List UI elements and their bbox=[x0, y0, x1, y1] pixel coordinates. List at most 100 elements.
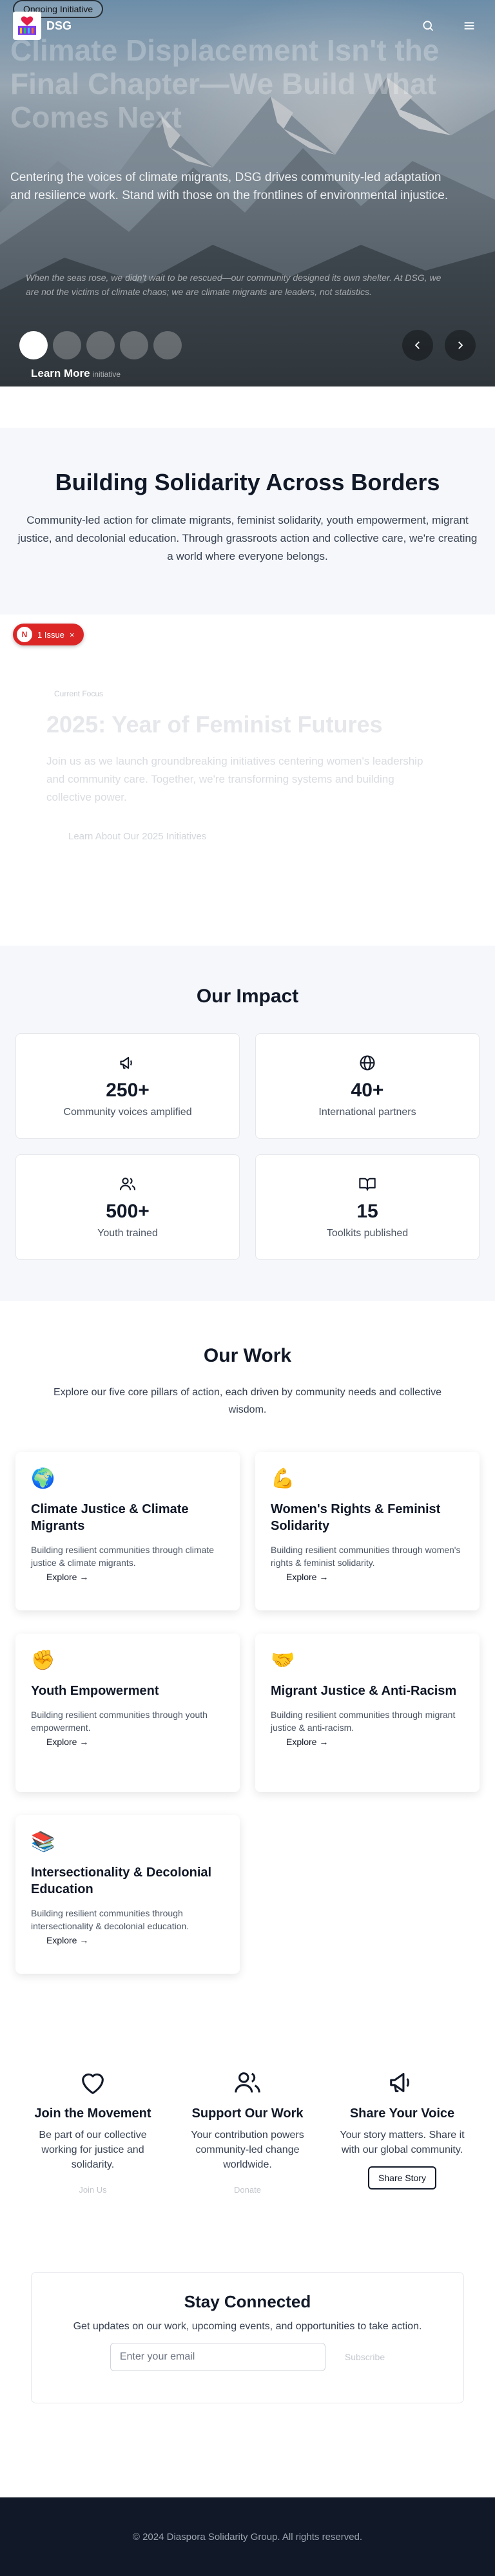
hero-subtitle: Centering the voices of climate migrants… bbox=[10, 171, 449, 202]
users-icon bbox=[119, 1178, 136, 1190]
work-intro: Explore our five core pillars of action,… bbox=[53, 1387, 442, 1415]
hero-quote: When the seas rose, we didn't wait to be… bbox=[26, 272, 442, 297]
carousel-next-button[interactable] bbox=[445, 330, 476, 361]
donate-button[interactable]: Donate bbox=[177, 2185, 318, 2195]
pillar-title: Women's Rights & Feminist Solidarity bbox=[271, 1502, 441, 1533]
learn-more-suffix: initiative bbox=[92, 370, 121, 379]
pillar-title: Youth Empowerment bbox=[31, 1684, 159, 1698]
carousel-dot[interactable] bbox=[53, 331, 81, 359]
work-cards-grid: 🌍 Climate Justice & Climate Migrants Bui… bbox=[15, 1452, 480, 1974]
stat-value: 15 bbox=[356, 1201, 378, 1222]
heart-icon bbox=[82, 2073, 104, 2094]
newsletter-section: Stay Connected Get updates on our work, … bbox=[31, 2272, 464, 2403]
action-description: Be part of our collective working for ju… bbox=[39, 2130, 147, 2170]
action-title: Share Your Voice bbox=[349, 2106, 455, 2121]
featured-section: N 1 Issue × Current Focus 2025: Year of … bbox=[0, 615, 495, 885]
stat-card: 40+ International partners bbox=[255, 1033, 480, 1139]
action-join: Join the Movement Be part of our collect… bbox=[15, 2068, 170, 2195]
stat-label: Community voices amplified bbox=[63, 1107, 192, 1118]
stat-card: 250+ Community voices amplified bbox=[15, 1033, 240, 1139]
chevron-left-icon bbox=[414, 341, 420, 349]
featured-tag: Current Focus bbox=[54, 689, 104, 698]
carousel-dot[interactable] bbox=[120, 331, 148, 359]
learn-more-label: Learn More bbox=[31, 367, 90, 379]
subscribe-button[interactable]: Subscribe bbox=[345, 2352, 385, 2362]
close-icon[interactable]: × bbox=[70, 630, 75, 640]
stat-label: Toolkits published bbox=[326, 1228, 409, 1239]
copyright-text: © 2024 Diaspora Solidarity Group. All ri… bbox=[132, 2531, 363, 2543]
newsletter-body: Get updates on our work, upcoming events… bbox=[73, 2321, 422, 2332]
pillar-explore-link[interactable]: Explore → bbox=[286, 1737, 464, 1747]
flexed-bicep-emoji-icon: 💪 bbox=[271, 1468, 295, 1489]
megaphone-icon bbox=[390, 2073, 409, 2092]
stat-value: 250+ bbox=[106, 1080, 150, 1101]
books-emoji-icon: 📚 bbox=[31, 1831, 55, 1853]
carousel-dot[interactable] bbox=[153, 331, 182, 359]
carousel-dot[interactable] bbox=[86, 331, 115, 359]
pillar-explore-link[interactable]: Explore → bbox=[286, 1572, 464, 1582]
share-story-button[interactable]: Share Story bbox=[368, 2166, 436, 2190]
users-icon bbox=[235, 2072, 260, 2093]
hamburger-menu-icon bbox=[464, 22, 474, 30]
logo-text[interactable]: DSG bbox=[46, 19, 72, 33]
pillar-card: 💪 Women's Rights & Feminist Solidarity B… bbox=[255, 1452, 480, 1610]
stat-label: Youth trained bbox=[97, 1228, 158, 1239]
action-share: Share Your Voice Your story matters. Sha… bbox=[325, 2068, 480, 2195]
pillar-description: Building resilient communities through c… bbox=[31, 1545, 215, 1568]
globe-icon bbox=[360, 1055, 375, 1071]
book-icon bbox=[359, 1178, 376, 1191]
email-input[interactable] bbox=[110, 2343, 325, 2371]
impact-stats-grid: 250+ Community voices amplified 40+ Inte… bbox=[15, 1033, 480, 1260]
site-footer: © 2024 Diaspora Solidarity Group. All ri… bbox=[0, 2497, 495, 2576]
pillar-card: ✊ Youth Empowerment Building resilient c… bbox=[15, 1634, 240, 1792]
carousel-dot[interactable] bbox=[19, 331, 48, 359]
pillar-card: 🌍 Climate Justice & Climate Migrants Bui… bbox=[15, 1452, 240, 1610]
impact-title: Our Impact bbox=[196, 986, 299, 1007]
handshake-emoji-icon: 🤝 bbox=[271, 1650, 295, 1671]
pillar-explore-link[interactable]: Explore → bbox=[46, 1935, 224, 1945]
solidarity-section: Building Solidarity Across Borders Commu… bbox=[0, 428, 495, 615]
pillar-title: Intersectionality & Decolonial Education bbox=[31, 1865, 212, 1896]
pillar-description: Building resilient communities through i… bbox=[31, 1908, 189, 1931]
stat-card: 500+ Youth trained bbox=[15, 1154, 240, 1260]
pillar-description: Building resilient communities through y… bbox=[31, 1710, 208, 1733]
stat-value: 40+ bbox=[351, 1080, 384, 1101]
our-work-section: Our Work Explore our five core pillars o… bbox=[0, 1301, 495, 1993]
stat-label: International partners bbox=[318, 1107, 416, 1118]
solidarity-title: Building Solidarity Across Borders bbox=[55, 469, 440, 495]
pillar-card: 🤝 Migrant Justice & Anti-Racism Building… bbox=[255, 1634, 480, 1792]
issue-badge: N bbox=[17, 627, 32, 642]
globe-emoji-icon: 🌍 bbox=[31, 1468, 55, 1489]
pillar-explore-link[interactable]: Explore → bbox=[46, 1737, 224, 1747]
featured-initiatives-link[interactable]: Learn About Our 2025 Initiatives bbox=[68, 831, 206, 842]
featured-body: Join us as we launch groundbreaking init… bbox=[46, 755, 423, 803]
chevron-right-icon bbox=[458, 341, 463, 349]
pillar-card: 📚 Intersectionality & Decolonial Educati… bbox=[15, 1815, 240, 1974]
hero-title: Climate Displacement Isn't the Final Cha… bbox=[10, 33, 440, 134]
action-title: Join the Movement bbox=[34, 2106, 151, 2121]
issue-label: 1 Issue bbox=[37, 629, 64, 640]
get-involved-section: Join the Movement Be part of our collect… bbox=[0, 1993, 495, 2208]
issue-indicator[interactable]: N 1 Issue × bbox=[13, 624, 84, 645]
pillar-title: Climate Justice & Climate Migrants bbox=[31, 1502, 189, 1533]
work-title: Our Work bbox=[203, 1345, 292, 1366]
action-title: Support Our Work bbox=[191, 2106, 304, 2121]
featured-title: 2025: Year of Feminist Futures bbox=[46, 711, 383, 738]
action-description: Your contribution powers community-led c… bbox=[191, 2130, 304, 2170]
carousel-prev-button[interactable] bbox=[402, 330, 433, 361]
hero-learn-more-link[interactable]: Learn More initiative bbox=[31, 367, 121, 380]
pillar-explore-link[interactable]: Explore → bbox=[46, 1572, 224, 1582]
pillar-description: Building resilient communities through m… bbox=[271, 1710, 456, 1733]
pillar-description: Building resilient communities through w… bbox=[271, 1545, 461, 1568]
join-us-button[interactable]: Join Us bbox=[22, 2185, 164, 2195]
raised-fist-emoji-icon: ✊ bbox=[31, 1650, 55, 1671]
carousel-indicators bbox=[19, 331, 182, 359]
search-icon bbox=[423, 21, 434, 32]
hero-section: Ongoing Initiative DSG Climate Displacem… bbox=[0, 0, 495, 386]
solidarity-body: Community-led action for climate migrant… bbox=[17, 514, 478, 562]
impact-section: Our Impact 250+ Community voices amplifi… bbox=[0, 946, 495, 1301]
stat-card: 15 Toolkits published bbox=[255, 1154, 480, 1260]
newsletter-title: Stay Connected bbox=[184, 2292, 311, 2311]
megaphone-icon bbox=[120, 1056, 132, 1069]
pillar-title: Migrant Justice & Anti-Racism bbox=[271, 1684, 457, 1698]
